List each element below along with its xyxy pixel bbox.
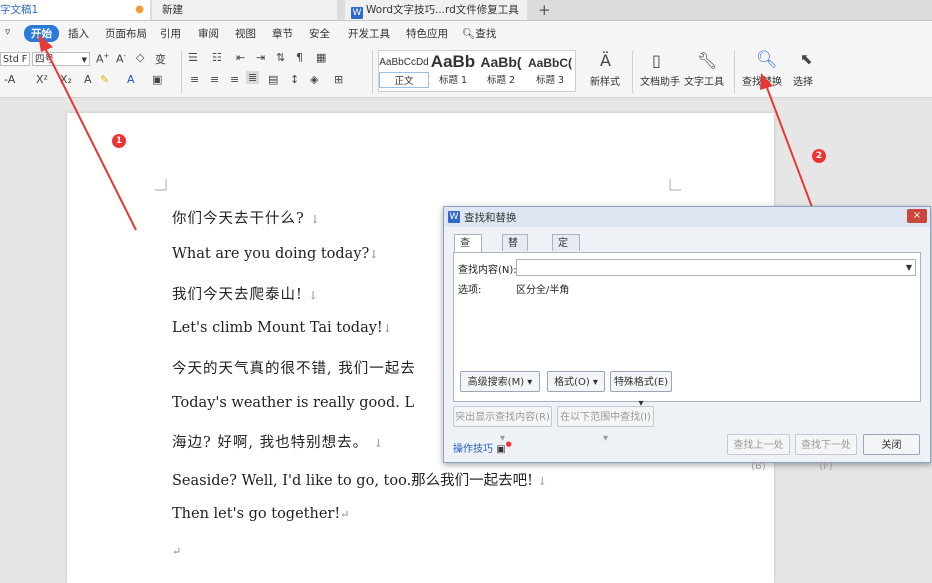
find-what-input[interactable]: ▼ (516, 259, 916, 276)
find-previous-button[interactable]: 查找上一处(B) (727, 434, 790, 472)
format-button[interactable]: 格式(O) ▾ (547, 371, 605, 392)
annotation-badge-1: 1 (112, 134, 126, 148)
arrow-2-head (760, 73, 773, 90)
highlight-found-button[interactable]: 突出显示查找内容(R) ▾ (453, 406, 552, 444)
find-next-button[interactable]: 查找下一处(F) (795, 434, 857, 472)
wps-writer-icon: W (448, 211, 460, 223)
chevron-down-icon[interactable]: ▼ (906, 260, 912, 275)
tab-goto[interactable]: 定位(G) (552, 234, 580, 283)
annotation-badge-2: 2 (812, 149, 826, 163)
options-value: 区分全/半角 (516, 285, 570, 296)
find-what-label: 查找内容(N): (458, 265, 517, 276)
tips-link[interactable]: 操作技巧 ▣● (453, 440, 512, 455)
red-dot-icon: ● (505, 440, 512, 448)
dialog-titlebar[interactable]: W 查找和替换 × (444, 207, 930, 227)
options-label: 选项: (458, 285, 482, 296)
special-format-button[interactable]: 特殊格式(E) ▾ (610, 371, 672, 409)
dialog-close-icon[interactable]: × (907, 209, 927, 223)
arrow-1-head (38, 34, 53, 52)
tab-find[interactable]: 查找(D) (454, 234, 482, 283)
advanced-search-button[interactable]: 高级搜索(M) ▾ (460, 371, 540, 392)
find-in-range-button[interactable]: 在以下范围中查找(I) ▾ (557, 406, 654, 444)
find-panel: 查找内容(N): ▼ 选项: 区分全/半角 高级搜索(M) ▾ 格式(O) ▾ … (453, 252, 921, 409)
video-icon: ▣ (496, 444, 506, 455)
tab-replace[interactable]: 替换(P) (502, 234, 528, 283)
close-button[interactable]: 关闭 (863, 434, 920, 455)
find-replace-dialog: W 查找和替换 × 查找(D) 替换(P) 定位(G) 查找内容(N): ▼ 选… (443, 206, 931, 472)
dialog-title: 查找和替换 (464, 212, 517, 224)
